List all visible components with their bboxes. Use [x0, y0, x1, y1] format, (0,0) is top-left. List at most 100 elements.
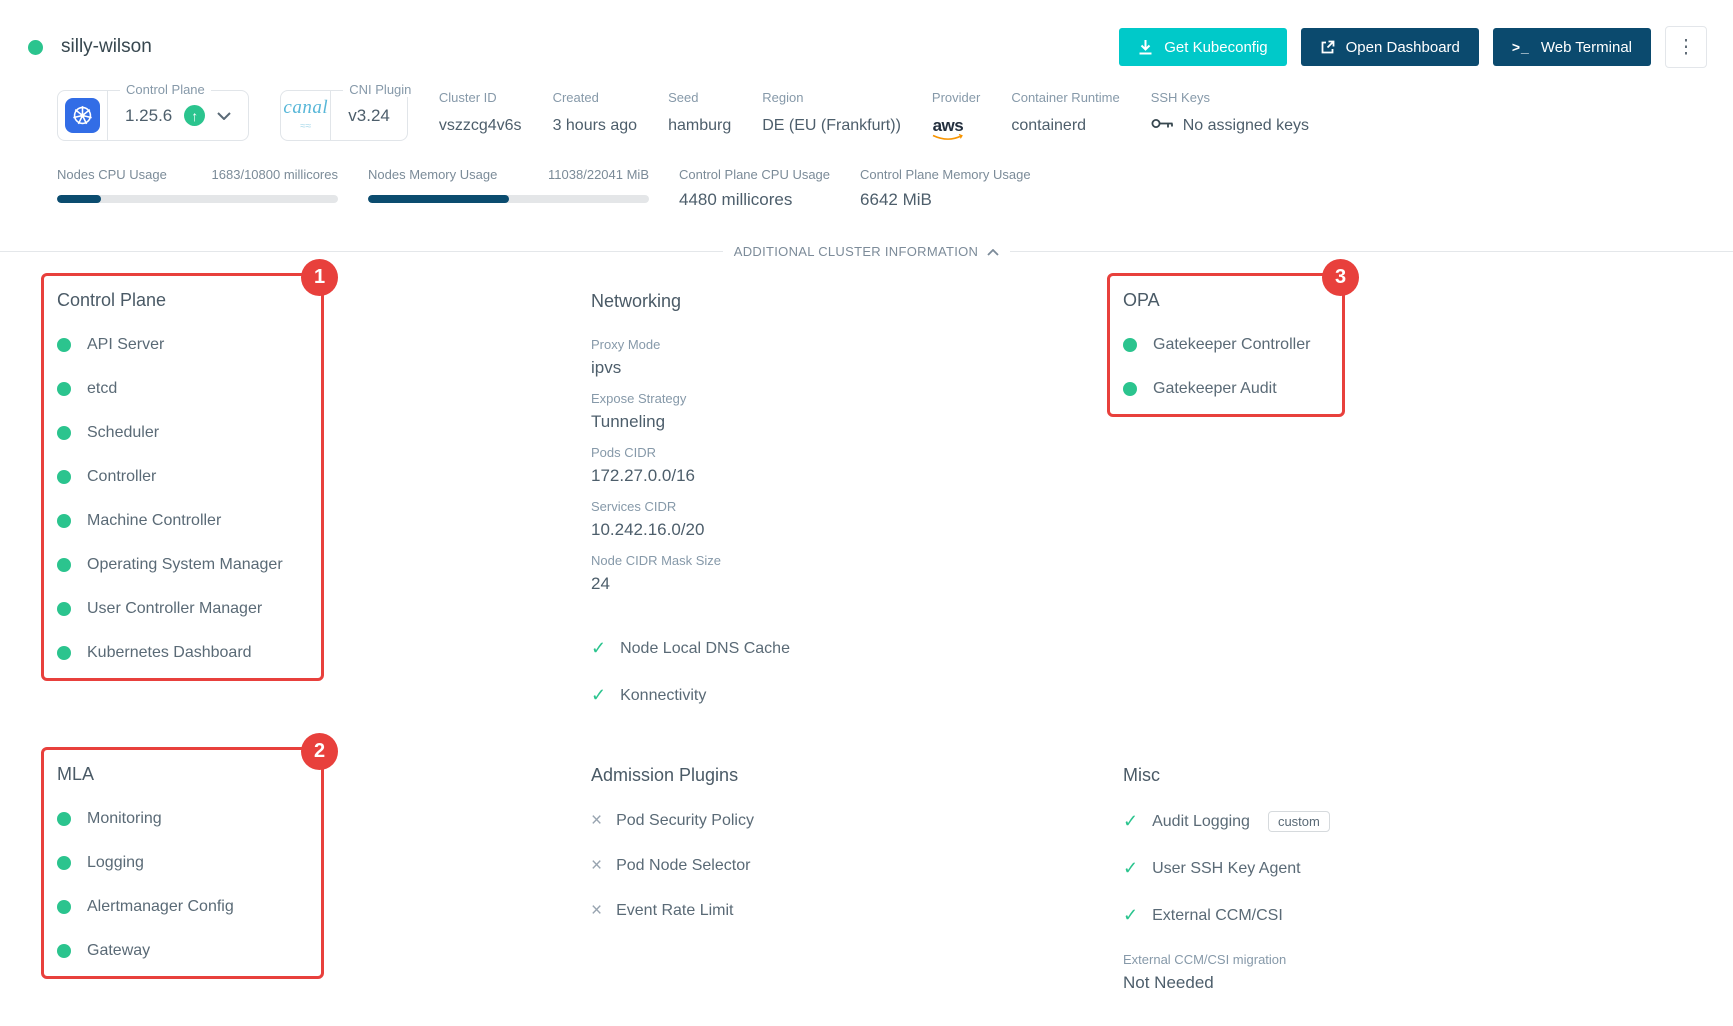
annotation-3-badge: 3 [1322, 259, 1359, 296]
control-plane-version-label: Control Plane [120, 82, 211, 97]
nodes-cpu-progressbar [57, 195, 338, 203]
status-item-machine-controller: Machine Controller [57, 512, 321, 530]
get-kubeconfig-button[interactable]: Get Kubeconfig [1119, 28, 1286, 66]
annotation-2-badge: 2 [301, 733, 338, 770]
x-icon: × [591, 901, 602, 920]
cni-plugin-panel: canal ≈≈ CNI Plugin v3.24 [280, 90, 408, 141]
status-item-gatekeeper-audit: Gatekeeper Audit [1123, 380, 1342, 398]
more-actions-button[interactable]: ⋮ [1665, 26, 1707, 68]
annotation-1-badge: 1 [301, 259, 338, 296]
pods-cidr-field: Pods CIDR 172.27.0.0/16 [591, 445, 1123, 486]
annotation-box-mla: 2 MLA Monitoring Logging Alertmanager Co… [41, 747, 324, 979]
healthy-dot [57, 944, 71, 958]
check-icon: ✓ [1123, 858, 1138, 879]
expose-strategy-field: Expose Strategy Tunneling [591, 391, 1123, 432]
check-icon: ✓ [591, 638, 606, 659]
ccm-csi-migration-field: External CCM/CSI migration Not Needed [1123, 952, 1733, 993]
control-plane-version-panel: Control Plane 1.25.6 ↑ [57, 90, 249, 141]
cluster-id-field: Cluster ID vszzcg4v6s [439, 90, 522, 135]
check-icon: ✓ [591, 685, 606, 706]
cp-cpu-usage-label: Control Plane CPU Usage [679, 167, 830, 182]
cluster-id-label: Cluster ID [439, 90, 522, 105]
healthy-dot [57, 382, 71, 396]
healthy-dot [1123, 338, 1137, 352]
admission-pod-node-selector: × Pod Node Selector [591, 856, 1123, 875]
status-item-user-controller-manager: User Controller Manager [57, 600, 321, 618]
networking-section: Networking Proxy Mode ipvs Expose Strate… [591, 273, 1123, 725]
nodes-memory-usage-value: 11038/22041 MiB [548, 167, 649, 182]
mla-section-title: MLA [57, 764, 321, 785]
status-item-alertmanager-config: Alertmanager Config [57, 898, 321, 916]
misc-external-ccm-csi: ✓ External CCM/CSI [1123, 905, 1733, 926]
nodes-memory-usage: Nodes Memory Usage 11038/22041 MiB [368, 167, 649, 203]
chevron-up-icon [987, 244, 999, 259]
x-icon: × [591, 856, 602, 875]
region-field: Region DE (EU (Frankfurt)) [762, 90, 901, 135]
healthy-dot [57, 900, 71, 914]
container-runtime-label: Container Runtime [1011, 90, 1119, 105]
divider-line-left [0, 251, 723, 252]
healthy-dot [57, 646, 71, 660]
healthy-dot [57, 470, 71, 484]
status-item-os-manager: Operating System Manager [57, 556, 321, 574]
status-item-monitoring: Monitoring [57, 810, 321, 828]
healthy-dot [57, 812, 71, 826]
cni-plugin-label: CNI Plugin [343, 82, 417, 97]
misc-section: Misc ✓ Audit Logging custom ✓ User SSH K… [1123, 747, 1733, 1006]
provider-field: Provider aws [932, 90, 980, 141]
additional-info-toggle[interactable]: ADDITIONAL CLUSTER INFORMATION [723, 244, 1010, 259]
region-label: Region [762, 90, 901, 105]
control-plane-section-title: Control Plane [57, 290, 321, 311]
check-icon: ✓ [1123, 905, 1138, 926]
ssh-keys-label: SSH Keys [1151, 90, 1309, 105]
container-runtime-field: Container Runtime containerd [1011, 90, 1119, 135]
ssh-keys-value: No assigned keys [1183, 117, 1309, 135]
status-item-etcd: etcd [57, 380, 321, 398]
open-dashboard-button[interactable]: Open Dashboard [1301, 28, 1479, 66]
healthy-dot [57, 558, 71, 572]
cluster-meta-row: Control Plane 1.25.6 ↑ canal ≈≈ CNI Plug… [0, 90, 1733, 141]
status-item-api-server: API Server [57, 336, 321, 354]
annotation-box-control-plane: 1 Control Plane API Server etcd Schedule… [41, 273, 324, 681]
control-plane-version-value: 1.25.6 [125, 106, 172, 126]
nodes-cpu-usage-value: 1683/10800 millicores [212, 167, 338, 182]
canal-logo: canal ≈≈ [280, 90, 331, 141]
status-item-gateway: Gateway [57, 942, 321, 960]
status-item-kubernetes-dashboard: Kubernetes Dashboard [57, 644, 321, 662]
additional-info-divider: ADDITIONAL CLUSTER INFORMATION [0, 244, 1733, 259]
misc-section-title: Misc [1123, 765, 1733, 786]
key-icon [1151, 117, 1174, 135]
cni-version-value: v3.24 [348, 106, 390, 126]
misc-user-ssh-key-agent: ✓ User SSH Key Agent [1123, 858, 1733, 879]
check-konnectivity: ✓ Konnectivity [591, 685, 1123, 706]
custom-badge: custom [1268, 811, 1330, 832]
healthy-dot [1123, 382, 1137, 396]
download-icon [1138, 39, 1153, 55]
container-runtime-value: containerd [1011, 117, 1119, 135]
additional-info-label: ADDITIONAL CLUSTER INFORMATION [734, 244, 978, 259]
seed-field: Seed hamburg [668, 90, 731, 135]
upgrade-available-icon[interactable]: ↑ [184, 105, 205, 126]
canal-waves: ≈≈ [300, 121, 311, 132]
control-plane-cpu-usage: Control Plane CPU Usage 4480 millicores [679, 167, 830, 210]
nodes-memory-usage-label: Nodes Memory Usage [368, 167, 497, 182]
healthy-dot [57, 856, 71, 870]
control-plane-version-field: Control Plane 1.25.6 ↑ [108, 90, 249, 141]
web-terminal-button[interactable]: >_ Web Terminal [1493, 28, 1651, 66]
cni-version-field: CNI Plugin v3.24 [331, 90, 408, 141]
provider-label: Provider [932, 90, 980, 105]
terminal-icon: >_ [1512, 39, 1530, 55]
chevron-down-icon[interactable] [217, 112, 231, 120]
admission-plugins-title: Admission Plugins [591, 765, 1123, 786]
get-kubeconfig-label: Get Kubeconfig [1164, 39, 1267, 56]
web-terminal-label: Web Terminal [1541, 39, 1632, 56]
healthy-dot [57, 514, 71, 528]
nodes-memory-progressbar [368, 195, 649, 203]
cluster-id-value: vszzcg4v6s [439, 117, 522, 135]
admission-pod-security-policy: × Pod Security Policy [591, 811, 1123, 830]
external-link-icon [1320, 40, 1335, 55]
cp-memory-usage-label: Control Plane Memory Usage [860, 167, 1031, 182]
admission-plugins-section: Admission Plugins × Pod Security Policy … [591, 747, 1123, 946]
status-item-scheduler: Scheduler [57, 424, 321, 442]
nodes-cpu-usage-label: Nodes CPU Usage [57, 167, 167, 182]
